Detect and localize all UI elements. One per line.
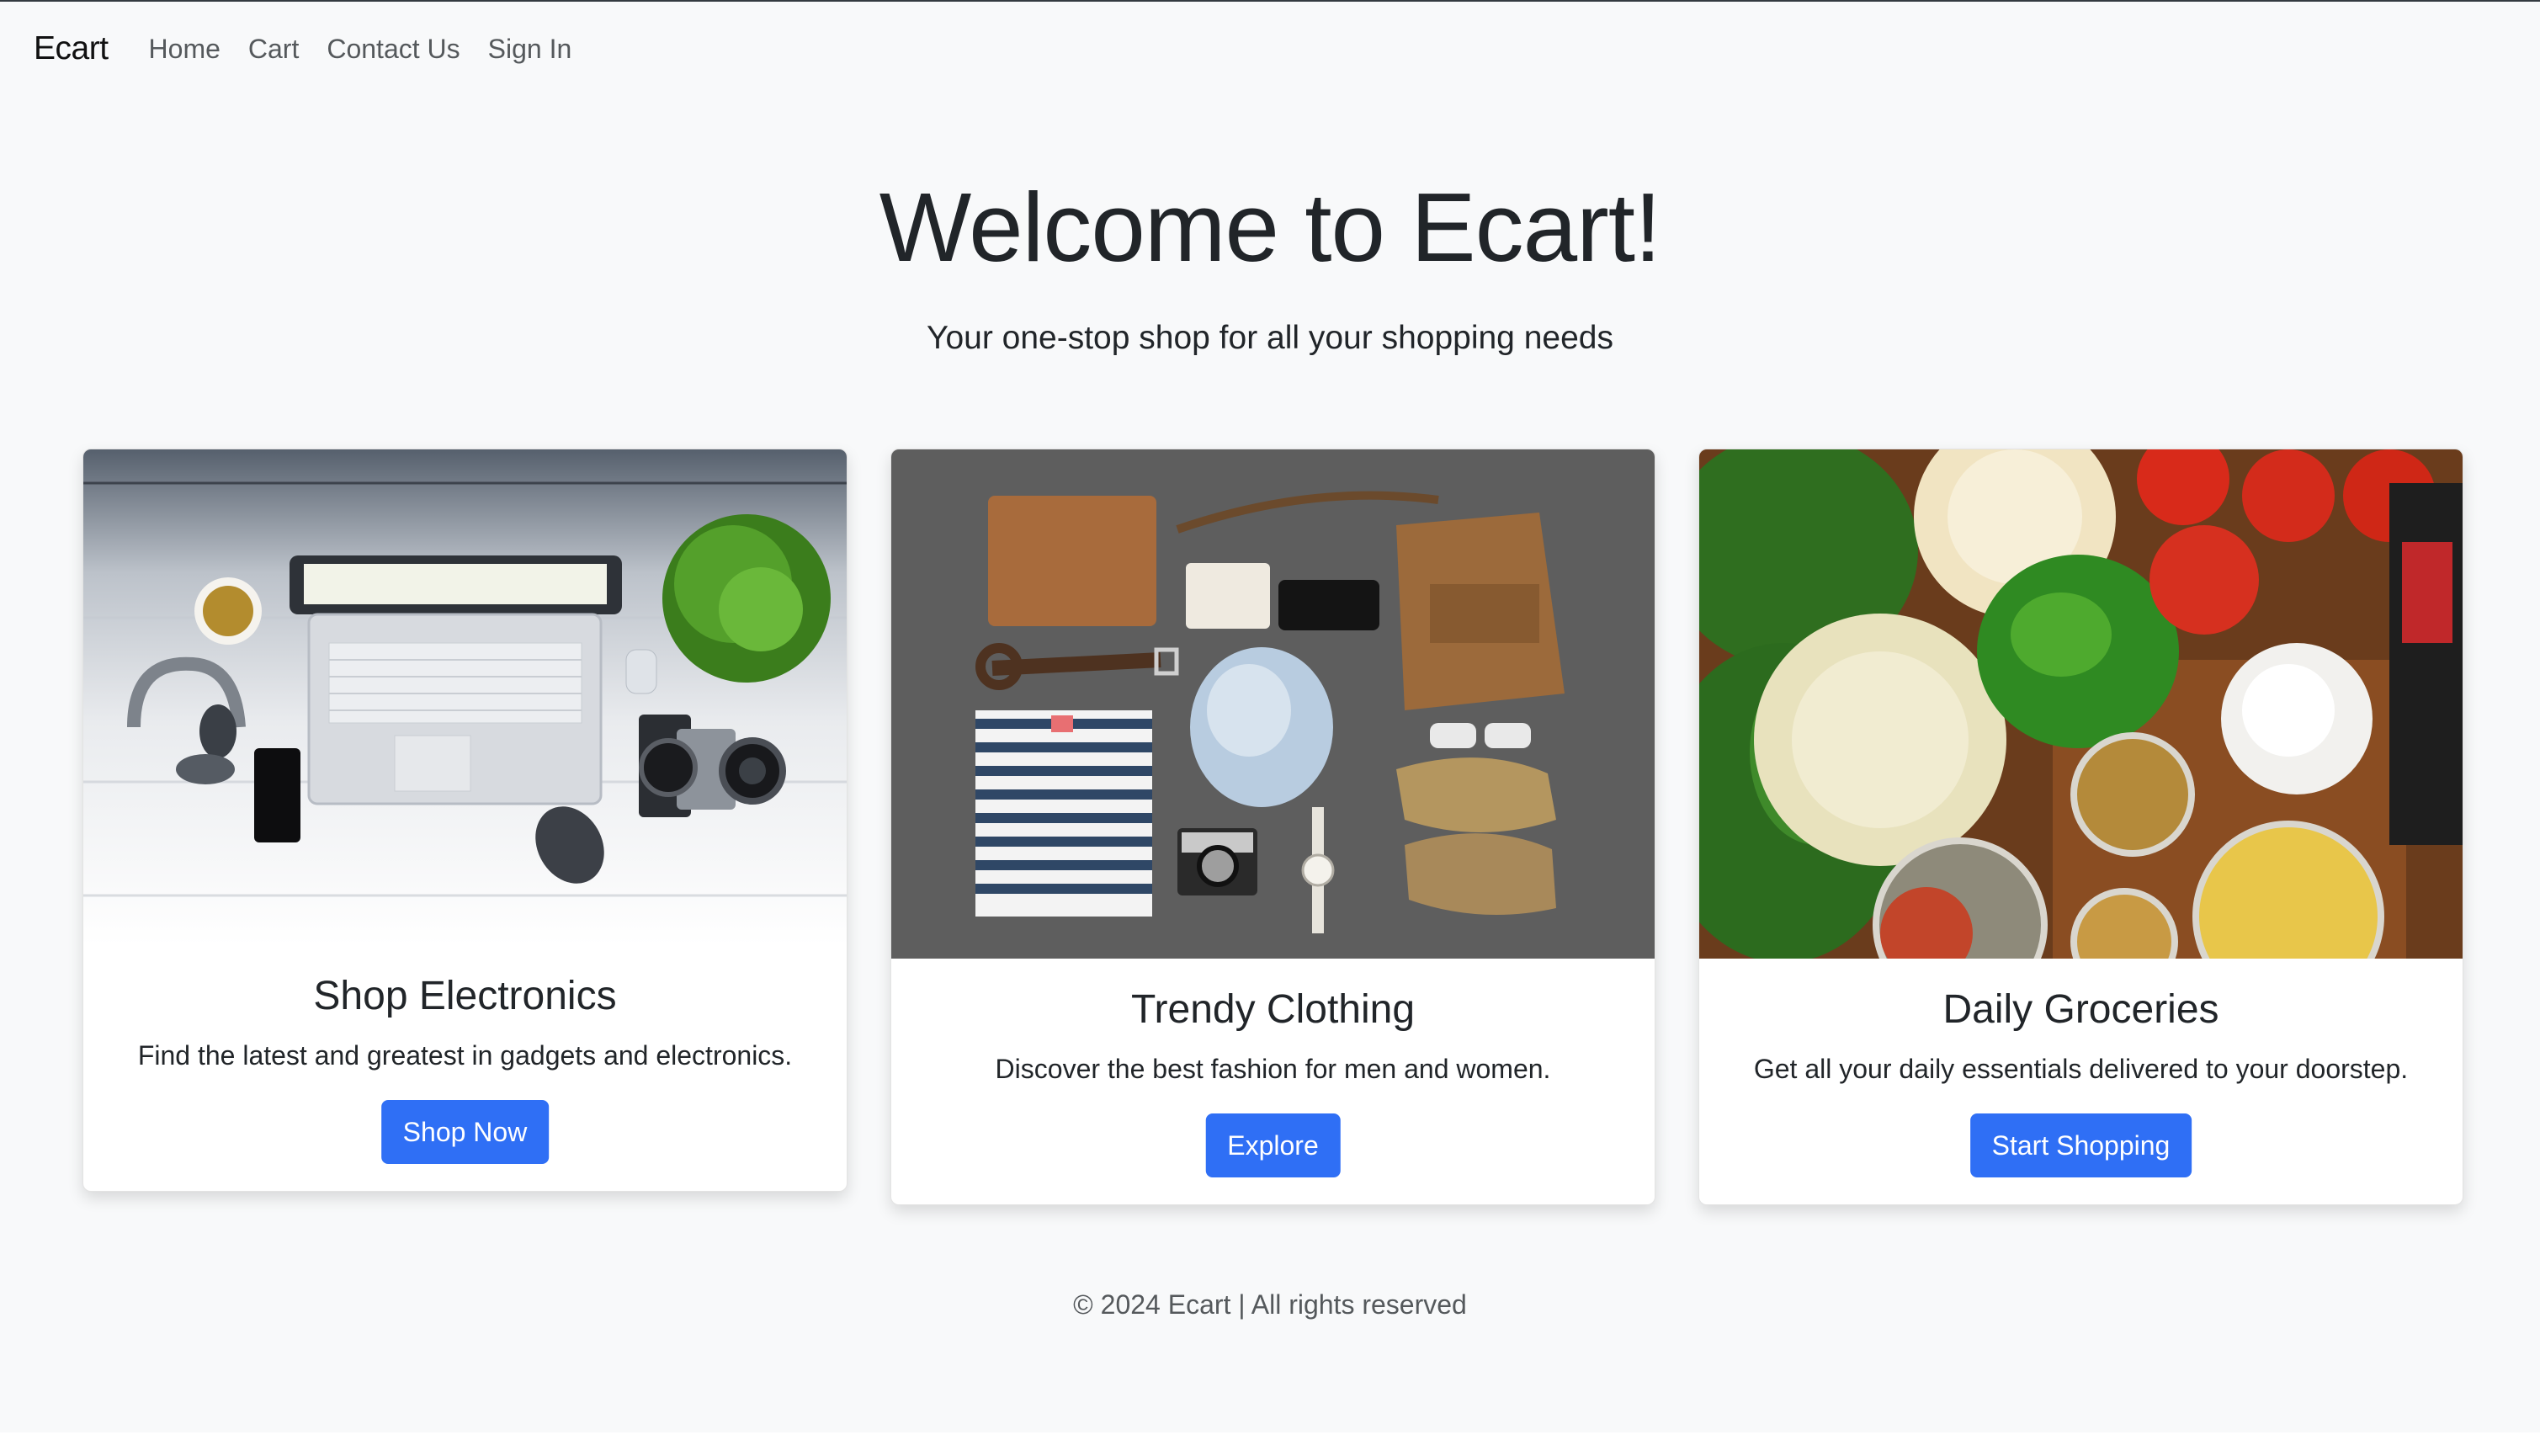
card-text: Discover the best fashion for men and wo…: [995, 1054, 1551, 1084]
page: Ecart Home Cart Contact Us Sign In Welco…: [0, 0, 2540, 1432]
brand-logo[interactable]: Ecart: [34, 30, 109, 67]
nav-link-cart[interactable]: Cart: [248, 34, 299, 65]
shop-now-button[interactable]: Shop Now: [380, 1100, 550, 1164]
nav-link-home[interactable]: Home: [149, 34, 221, 65]
card-text: Get all your daily essentials delivered …: [1753, 1054, 2409, 1084]
card-electronics: Shop Electronics Find the latest and gre…: [82, 449, 848, 1192]
nav-link-sign-in[interactable]: Sign In: [488, 34, 572, 65]
card-groceries: Daily Groceries Get all your daily essen…: [1698, 449, 2463, 1205]
explore-button[interactable]: Explore: [1205, 1113, 1341, 1177]
hero-subtitle: Your one-stop shop for all your shopping…: [927, 320, 1613, 356]
groceries-image: [1699, 449, 2463, 959]
nav-link-contact-us[interactable]: Contact Us: [327, 34, 460, 65]
hero-title: Welcome to Ecart!: [879, 173, 1662, 282]
card-title: Shop Electronics: [313, 974, 617, 1018]
card-text: Find the latest and greatest in gadgets …: [137, 1040, 793, 1071]
card-title: Daily Groceries: [1942, 987, 2219, 1032]
footer-copyright: © 2024 Ecart | All rights reserved: [1073, 1289, 1467, 1320]
electronics-image: [83, 449, 847, 945]
clothing-image: [891, 449, 1655, 959]
card-title: Trendy Clothing: [1130, 987, 1416, 1032]
navbar: Ecart Home Cart Contact Us Sign In: [34, 27, 599, 71]
card-clothing: Trendy Clothing Discover the best fashio…: [890, 449, 1655, 1205]
start-shopping-button[interactable]: Start Shopping: [1969, 1113, 2192, 1177]
